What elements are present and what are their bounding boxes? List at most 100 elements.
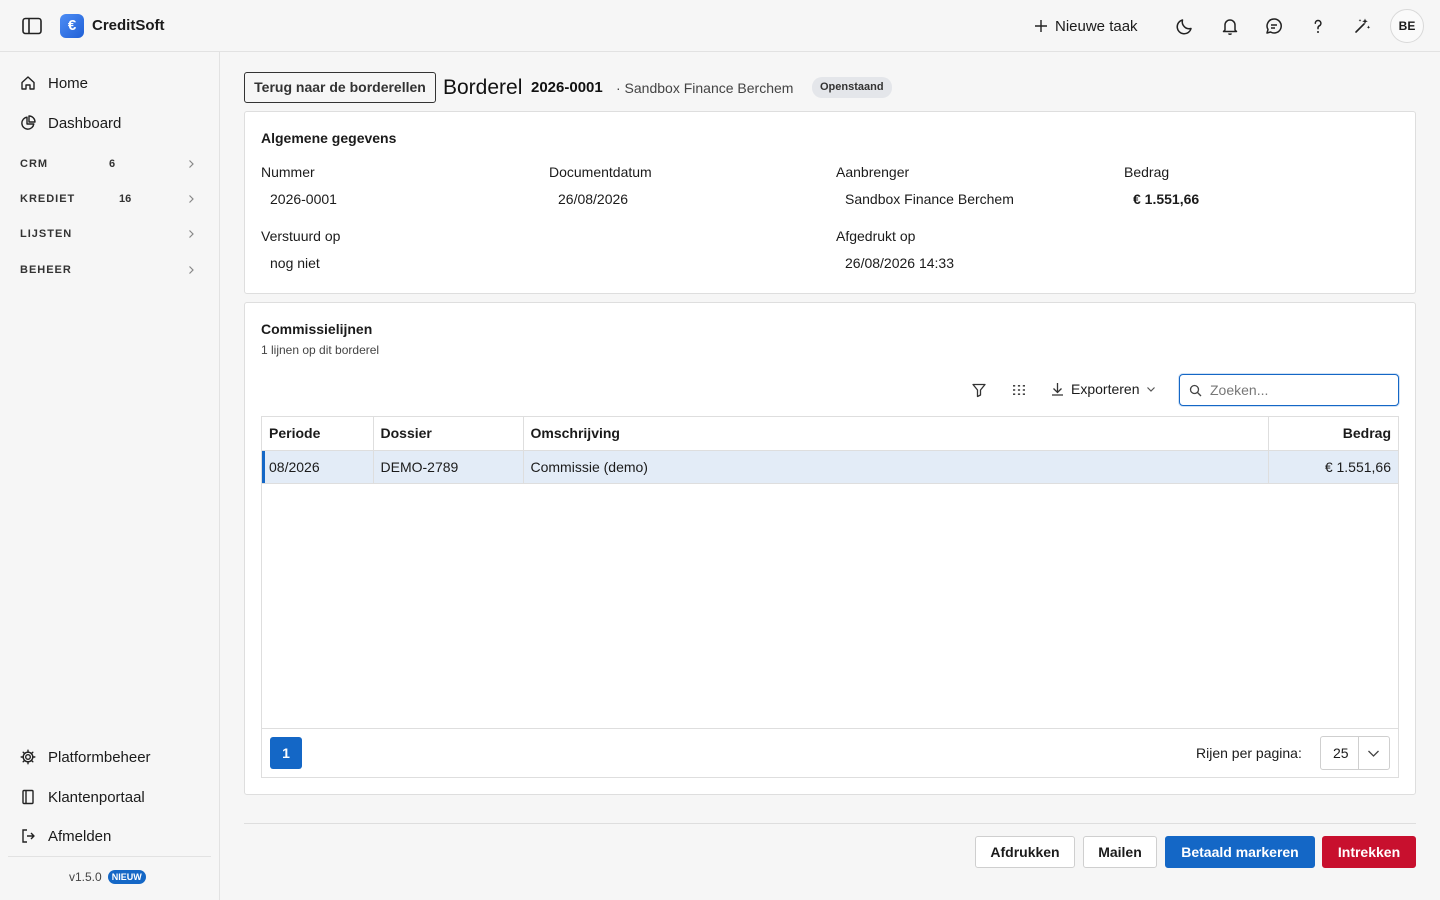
sidebar-item-label: Afmelden	[48, 827, 112, 845]
search-icon	[1189, 384, 1202, 397]
sidebar-divider	[8, 856, 211, 857]
page-subtitle: · Sandbox Finance Berchem	[616, 80, 794, 96]
field-value-bedrag: € 1.551,66	[1133, 191, 1200, 207]
chevron-right-icon	[186, 159, 196, 169]
commission-lines-card: Commissielijnen 1 lijnen op dit borderel…	[244, 302, 1416, 795]
field-value-nummer: 2026-0001	[270, 191, 337, 207]
chevron-right-icon	[186, 265, 196, 275]
sidebar-item-label: Klantenportaal	[48, 788, 145, 806]
sidebar-item-dashboard[interactable]: Dashboard	[20, 112, 121, 134]
field-label-documentdatum: Documentdatum	[549, 164, 652, 180]
status-badge: Openstaand	[812, 77, 892, 98]
rows-per-page-select[interactable]: 25	[1320, 736, 1390, 770]
sidebar-group-lijsten[interactable]: LIJSTEN	[20, 225, 200, 243]
field-value-verstuurd-op: nog niet	[270, 255, 320, 271]
version-text: v1.5.0	[69, 870, 102, 884]
sidebar-item-label: Platformbeheer	[48, 748, 151, 766]
columns-icon[interactable]	[1011, 382, 1027, 398]
field-value-afgedrukt-op: 26/08/2026 14:33	[845, 255, 954, 271]
top-bar: € CreditSoft Nieuwe taak BE	[0, 0, 1440, 52]
home-icon	[20, 75, 36, 91]
moon-icon[interactable]	[1175, 16, 1195, 36]
footer-divider	[244, 823, 1416, 824]
sidebar-item-label: Dashboard	[48, 114, 122, 132]
sidebar-group-beheer[interactable]: BEHEER	[20, 261, 200, 279]
sidebar-item-home[interactable]: Home	[20, 72, 88, 94]
cell-periode: 08/2026	[262, 450, 374, 484]
mark-paid-button[interactable]: Betaald markeren	[1165, 836, 1315, 868]
search-field[interactable]	[1179, 374, 1399, 406]
card-subtitle: 1 lijnen op dit borderel	[261, 343, 380, 357]
gear-icon	[20, 749, 36, 765]
borderel-number: 2026-0001	[531, 79, 603, 96]
group-label: KREDIET	[20, 193, 76, 205]
print-button[interactable]: Afdrukken	[975, 836, 1075, 868]
field-label-aanbrenger: Aanbrenger	[836, 164, 910, 180]
filter-icon[interactable]	[971, 382, 987, 398]
commission-lines-grid: Periode Dossier Omschrijving Bedrag 08/2…	[261, 416, 1399, 778]
app-logo: €	[60, 14, 84, 38]
general-info-card: Algemene gegevens Nummer 2026-0001 Docum…	[244, 111, 1416, 294]
field-value-documentdatum: 26/08/2026	[558, 191, 629, 207]
sidebar-item-afmelden[interactable]: Afmelden	[20, 825, 111, 847]
select-separator	[1358, 737, 1359, 769]
export-label: Exporteren	[1071, 381, 1140, 397]
rows-per-page-value: 25	[1333, 745, 1349, 761]
group-label: BEHEER	[20, 264, 72, 276]
group-count: 6	[109, 158, 116, 170]
column-header-dossier[interactable]: Dossier	[373, 417, 524, 451]
field-label-bedrag: Bedrag	[1124, 164, 1170, 180]
chevron-down-icon	[1368, 750, 1379, 757]
chevron-down-icon	[1146, 384, 1156, 394]
field-value-aanbrenger: Sandbox Finance Berchem	[845, 191, 1014, 207]
cell-omschrijving: Commissie (demo)	[523, 450, 1269, 484]
table-row[interactable]: 08/2026 DEMO-2789 Commissie (demo) € 1.5…	[262, 450, 1398, 484]
card-title: Commissielijnen	[261, 321, 373, 337]
user-avatar[interactable]: BE	[1390, 9, 1424, 43]
revoke-button[interactable]: Intrekken	[1322, 836, 1416, 868]
sidebar-group-krediet[interactable]: KREDIET 16	[20, 190, 200, 208]
help-icon[interactable]	[1308, 16, 1328, 36]
sidebar-group-crm[interactable]: CRM 6	[20, 155, 200, 173]
chat-icon[interactable]	[1264, 16, 1284, 36]
app-name: CreditSoft	[92, 17, 165, 34]
chart-pie-icon	[20, 115, 36, 131]
new-task-label: Nieuwe taak	[1055, 17, 1138, 35]
page-button-current[interactable]: 1	[270, 737, 302, 769]
group-label: CRM	[20, 158, 49, 170]
column-header-bedrag[interactable]: Bedrag	[1268, 417, 1398, 451]
page-title: Borderel	[443, 76, 523, 99]
version-info: v1.5.0 NIEUW	[69, 870, 146, 884]
cell-bedrag: € 1.551,66	[1268, 450, 1398, 484]
column-header-periode[interactable]: Periode	[262, 417, 374, 451]
card-title: Algemene gegevens	[261, 130, 397, 146]
search-input[interactable]	[1210, 379, 1390, 401]
sidebar-item-label: Home	[48, 74, 89, 92]
new-badge: NIEUW	[107, 870, 146, 884]
chevron-right-icon	[186, 194, 196, 204]
field-label-nummer: Nummer	[261, 164, 315, 180]
sidebar: Home Dashboard CRM 6 KREDIET 16 LIJSTEN …	[0, 52, 220, 900]
plus-icon	[1034, 19, 1048, 33]
group-label: LIJSTEN	[20, 228, 73, 240]
group-count: 16	[119, 193, 132, 205]
new-task-button[interactable]: Nieuwe taak	[1034, 16, 1138, 36]
sidebar-toggle-icon[interactable]	[22, 17, 42, 35]
column-header-omschrijving[interactable]: Omschrijving	[523, 417, 1269, 451]
download-icon	[1051, 382, 1064, 396]
sparkle-icon[interactable]	[1352, 16, 1372, 36]
cell-dossier: DEMO-2789	[373, 450, 524, 484]
logout-icon	[20, 828, 36, 844]
field-label-verstuurd-op: Verstuurd op	[261, 228, 341, 244]
sidebar-item-klantenportaal[interactable]: Klantenportaal	[20, 786, 145, 808]
grid-pagination: 1 Rijen per pagina: 25	[262, 728, 1398, 777]
back-to-borderellen-button[interactable]: Terug naar de borderellen	[244, 72, 436, 103]
bell-icon[interactable]	[1220, 16, 1240, 36]
book-icon	[20, 789, 36, 805]
sidebar-item-platformbeheer[interactable]: Platformbeheer	[20, 746, 151, 768]
export-button[interactable]: Exporteren	[1051, 381, 1156, 397]
chevron-right-icon	[186, 229, 196, 239]
mail-button[interactable]: Mailen	[1083, 836, 1157, 868]
field-label-afgedrukt-op: Afgedrukt op	[836, 228, 916, 244]
rows-per-page-label: Rijen per pagina:	[1196, 745, 1302, 761]
